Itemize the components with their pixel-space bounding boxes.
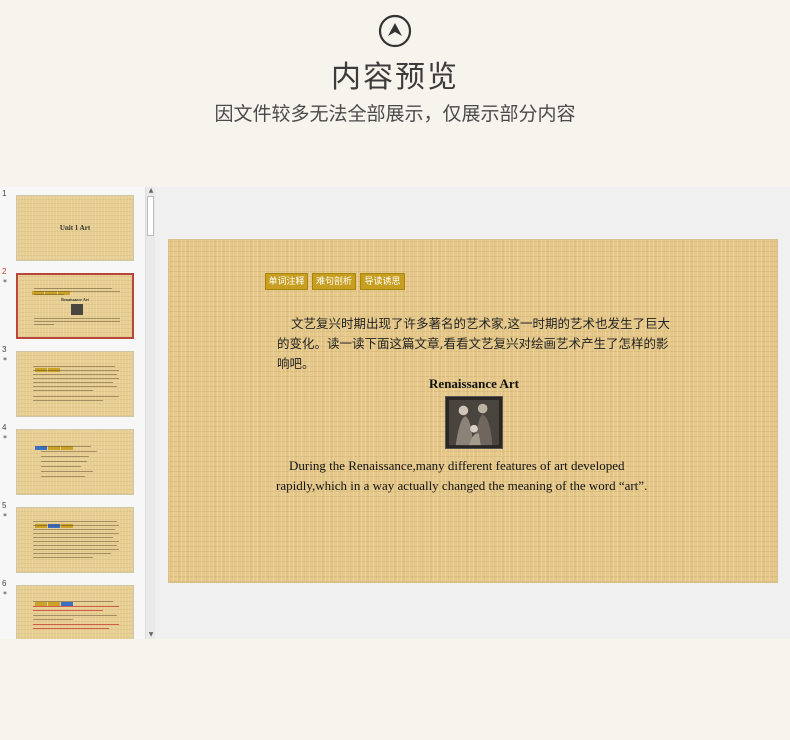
thumbnail-number: 5 — [2, 501, 7, 510]
slide-thumbnail[interactable] — [16, 507, 134, 573]
page-subtitle: 因文件较多无法全部展示，仅展示部分内容 — [214, 103, 576, 125]
thumbnail-row-4[interactable]: 4 * — [0, 423, 145, 495]
thumbnail-title: Renaissance Art — [61, 297, 89, 302]
animation-star-icon: * — [3, 278, 7, 287]
tab-reading-guide[interactable]: 导读诱思 — [360, 273, 405, 290]
tab-difficult-sentences[interactable]: 难句剖析 — [312, 273, 356, 290]
scroll-up-arrow-icon[interactable]: ▲ — [147, 187, 155, 195]
main-slide: 单词注释 难句剖析 导读诱思 文艺复兴时期出现了许多著名的艺术家,这一时期的艺术… — [168, 239, 778, 583]
thumbnail-row-5[interactable]: 5 * — [0, 501, 145, 573]
slide-thumbnail[interactable]: Unit 1 Art — [16, 195, 134, 261]
presentation-viewer: 1 Unit 1 Art 2 * Renaissance Art 3 * 4 *… — [0, 187, 790, 639]
animation-star-icon: * — [3, 434, 7, 443]
arrow-up-circle-icon — [378, 14, 412, 48]
article-heading: Renaissance Art — [429, 376, 519, 391]
scroll-down-arrow-icon[interactable]: ▼ — [147, 631, 155, 639]
page-title: 内容预览 — [331, 60, 459, 95]
thumbnail-number: 6 — [2, 579, 7, 588]
english-paragraph: During the Renaissance,many different fe… — [276, 458, 648, 493]
renaissance-painting-image — [445, 396, 503, 449]
thumbnail-row-1[interactable]: 1 Unit 1 Art — [0, 189, 145, 261]
slide-thumbnail[interactable] — [16, 585, 134, 639]
scrollbar-thumb[interactable] — [147, 196, 154, 236]
thumbnail-title: Unit 1 Art — [59, 224, 91, 232]
thumbnail-scrollbar[interactable]: ▲ ▼ — [145, 187, 155, 639]
slide-thumbnail-active[interactable]: Renaissance Art — [16, 273, 134, 339]
preview-header: 内容预览 因文件较多无法全部展示，仅展示部分内容 — [0, 0, 790, 190]
tab-vocabulary-notes[interactable]: 单词注释 — [265, 273, 308, 290]
mini-tabs — [32, 280, 72, 295]
mini-painting — [71, 304, 83, 315]
thumbnail-number: 2 — [2, 267, 7, 276]
thumbnail-row-3[interactable]: 3 * — [0, 345, 145, 417]
thumbnail-number: 1 — [2, 189, 7, 198]
thumbnail-number: 4 — [2, 423, 7, 432]
slide-thumbnail-pane: 1 Unit 1 Art 2 * Renaissance Art 3 * 4 *… — [0, 187, 145, 639]
thumbnail-number: 3 — [2, 345, 7, 354]
thumbnail-row-2[interactable]: 2 * Renaissance Art — [0, 267, 145, 339]
animation-star-icon: * — [3, 590, 7, 599]
thumbnail-row-6[interactable]: 6 * — [0, 579, 145, 639]
slide-thumbnail[interactable] — [16, 351, 134, 417]
slide-thumbnail[interactable] — [16, 429, 134, 495]
chinese-intro-paragraph: 文艺复兴时期出现了许多著名的艺术家,这一时期的艺术也发生了巨大的变化。读一读下面… — [277, 316, 670, 371]
animation-star-icon: * — [3, 512, 7, 521]
animation-star-icon: * — [3, 356, 7, 365]
